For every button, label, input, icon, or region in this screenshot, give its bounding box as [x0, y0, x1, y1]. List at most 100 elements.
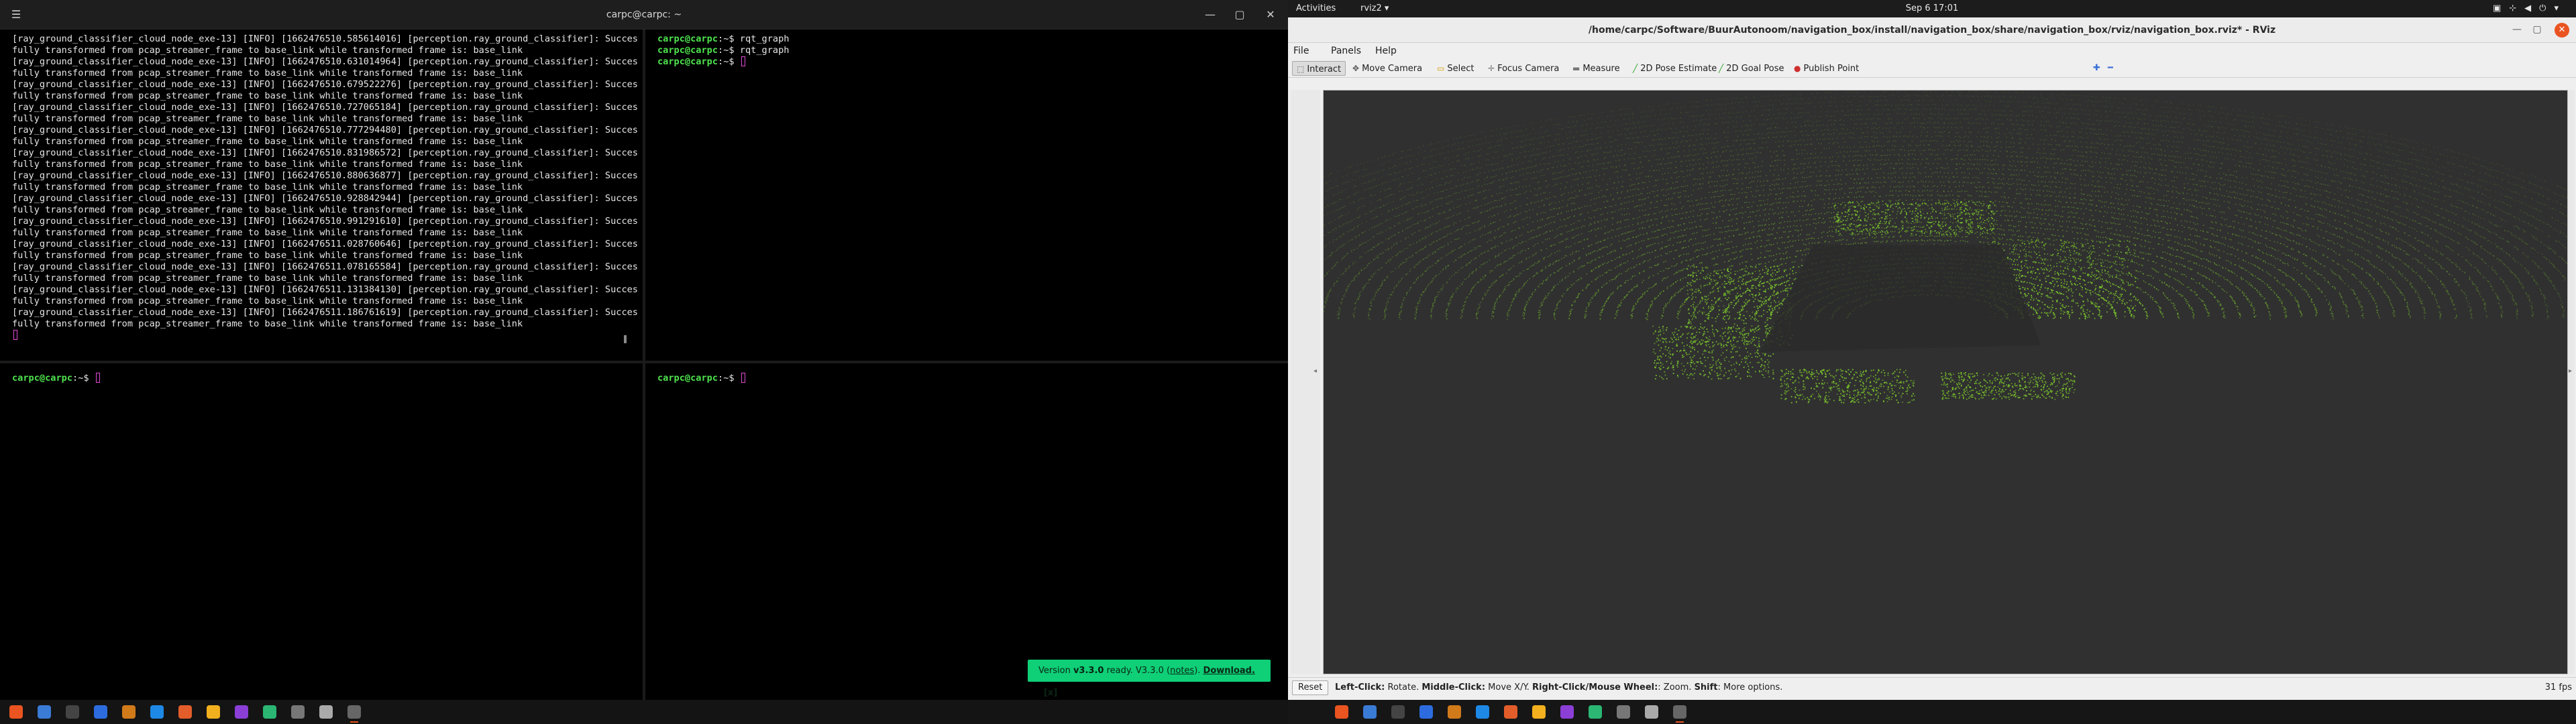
minimize-icon[interactable]: — — [1201, 5, 1220, 24]
minimize-icon[interactable]: — — [2509, 21, 2525, 38]
power-icon[interactable]: ⏻ — [2539, 3, 2554, 13]
hint-key: Shift — [1694, 682, 1718, 692]
terminal-pane-bottom-left[interactable]: carpc@carpc:~$ — [0, 363, 643, 700]
active-terminal-icon[interactable] — [347, 705, 361, 719]
toast-after: ). — [1194, 666, 1203, 676]
log-line: fully transformed from pcap_streamer_fra… — [12, 90, 523, 101]
ubuntu-icon[interactable] — [9, 705, 23, 719]
app-icon[interactable] — [291, 705, 305, 719]
pose-estimate-icon: ╱ — [1633, 64, 1638, 73]
dock-collapse-handle[interactable]: ◂ — [1313, 367, 1317, 375]
menu-file[interactable]: File — [1293, 43, 1309, 59]
remove-tool-icon[interactable]: ━ — [2104, 61, 2117, 76]
browser-icon[interactable] — [178, 705, 192, 719]
editor-icon[interactable] — [1419, 705, 1433, 719]
terminal-window: ☰ carpc@carpc: ~ — ▢ ✕ [ray_ground_class… — [0, 0, 1288, 700]
rviz-titlebar[interactable]: /home/carpc/Software/BuurAutonoom/naviga… — [1288, 17, 2576, 43]
chevron-down-icon[interactable]: ▾ — [2554, 3, 2567, 13]
tool-publish-point[interactable]: ● Publish Point — [1790, 61, 1863, 76]
browser-icon[interactable] — [1504, 705, 1517, 719]
log-line: [ray_ground_classifier_cloud_node_exe-13… — [12, 216, 638, 227]
tool-measure[interactable]: ▬ Measure — [1568, 61, 1624, 76]
tool-interact[interactable]: ⬚ Interact — [1292, 61, 1346, 76]
vpn-icon[interactable] — [1589, 705, 1602, 719]
network-icon[interactable]: ⊹ — [2509, 3, 2524, 13]
history-line: carpc@carpc:~$ rqt_graph — [657, 34, 1288, 45]
app-indicator-icon[interactable]: ▣ — [2493, 3, 2509, 13]
code-icon[interactable] — [150, 705, 164, 719]
tool-select[interactable]: ▭ Select — [1433, 61, 1478, 76]
music-icon[interactable] — [235, 705, 248, 719]
tool-2d-pose-estimate[interactable]: ╱ 2D Pose Estimate — [1629, 61, 1721, 76]
clock[interactable]: Sep 6 17:01 — [1288, 0, 2576, 17]
close-icon[interactable]: ✕ — [2555, 23, 2569, 38]
log-line: [ray_ground_classifier_cloud_node_exe-13… — [12, 56, 638, 67]
prompt-line: carpc@carpc:~$ — [12, 373, 643, 384]
tool-label: 2D Pose Estimate — [1640, 64, 1717, 74]
log-line: fully transformed from pcap_streamer_fra… — [12, 250, 523, 261]
terminal-icon[interactable] — [66, 705, 79, 719]
pane-divider-horizontal[interactable] — [0, 361, 1288, 363]
tool-move-camera[interactable]: ✥ Move Camera — [1348, 61, 1426, 76]
system-tray[interactable]: ▣⊹◀⏻▾ — [2493, 0, 2567, 17]
3d-viewport[interactable] — [1323, 90, 2568, 674]
reset-button[interactable]: Reset — [1292, 680, 1329, 695]
terminal-pane-bottom-right[interactable]: carpc@carpc:~$ — [645, 363, 1288, 700]
ubuntu-icon[interactable] — [1335, 705, 1348, 719]
terminal-pane-top-right[interactable]: carpc@carpc:~$ rqt_graph carpc@carpc:~$ r… — [645, 29, 1288, 361]
code-icon[interactable] — [1476, 705, 1489, 719]
toast-close-button[interactable]: [x] — [1044, 688, 1057, 698]
active-terminal-icon[interactable] — [1673, 705, 1686, 719]
tool-focus-camera[interactable]: ✛ Focus Camera — [1484, 61, 1563, 76]
select-icon: ▭ — [1437, 64, 1445, 73]
editor-icon[interactable] — [94, 705, 107, 719]
settings-icon[interactable] — [1448, 705, 1461, 719]
apps-grid-icon[interactable] — [1645, 705, 1658, 719]
history-line: carpc@carpc:~$ — [657, 56, 1288, 68]
apps-grid-icon[interactable] — [319, 705, 333, 719]
vpn-icon[interactable] — [263, 705, 276, 719]
log-output: [ray_ground_classifier_cloud_node_exe-13… — [12, 34, 643, 330]
rviz-window: /home/carpc/Software/BuurAutonoom/naviga… — [1288, 17, 2576, 700]
terminal-icon[interactable] — [1391, 705, 1405, 719]
scrollbar[interactable] — [624, 335, 627, 343]
mouse-hint: Left-Click: Rotate. Middle-Click: Move X… — [1335, 678, 1782, 698]
log-line: fully transformed from pcap_streamer_fra… — [12, 318, 523, 329]
tool-label: Interact — [1307, 64, 1342, 74]
tool-2d-goal-pose[interactable]: ╱ 2D Goal Pose — [1715, 61, 1788, 76]
dock-collapse-handle[interactable]: ▸ — [2569, 367, 2572, 375]
app-icon[interactable] — [1617, 705, 1630, 719]
chrome-icon[interactable] — [1532, 705, 1546, 719]
toast-version: v3.3.0 — [1073, 666, 1104, 676]
prompt-user: carpc@carpc — [657, 373, 718, 383]
log-line: [ray_ground_classifier_cloud_node_exe-13… — [12, 239, 638, 249]
log-line: [ray_ground_classifier_cloud_node_exe-13… — [12, 261, 638, 272]
pane-divider-vertical[interactable] — [643, 29, 645, 700]
add-tool-icon[interactable]: ✚ — [2089, 61, 2104, 76]
measure-icon: ▬ — [1572, 64, 1580, 73]
volume-icon[interactable]: ◀ — [2524, 3, 2539, 13]
terminal-titlebar[interactable]: ☰ carpc@carpc: ~ — ▢ ✕ — [0, 0, 1288, 29]
menu-help[interactable]: Help — [1375, 43, 1397, 59]
log-line: [ray_ground_classifier_cloud_node_exe-13… — [12, 125, 638, 135]
menu-panels[interactable]: Panels — [1331, 43, 1361, 59]
ego-vehicle-shadow — [1760, 245, 2041, 352]
right-dock: ▸ — [2568, 90, 2575, 674]
maximize-icon[interactable]: ▢ — [1230, 5, 1249, 24]
toast-download-link[interactable]: Download. — [1203, 666, 1255, 676]
files-icon[interactable] — [38, 705, 51, 719]
music-icon[interactable] — [1560, 705, 1574, 719]
hint-text: : More options. — [1717, 682, 1783, 692]
close-icon[interactable]: ✕ — [1261, 5, 1280, 24]
terminal-pane-top-left[interactable]: [ray_ground_classifier_cloud_node_exe-13… — [0, 29, 643, 361]
hint-text: Move X/Y. — [1485, 682, 1533, 692]
files-icon[interactable] — [1363, 705, 1377, 719]
prompt-user: carpc@carpc — [657, 56, 718, 67]
chrome-icon[interactable] — [207, 705, 220, 719]
prompt-user: carpc@carpc — [12, 373, 73, 383]
maximize-icon[interactable]: ▢ — [2529, 21, 2545, 38]
settings-icon[interactable] — [122, 705, 136, 719]
prompt-path: :~$ — [72, 373, 89, 383]
log-line: fully transformed from pcap_streamer_fra… — [12, 45, 523, 56]
toast-notes-link[interactable]: notes — [1170, 666, 1194, 676]
